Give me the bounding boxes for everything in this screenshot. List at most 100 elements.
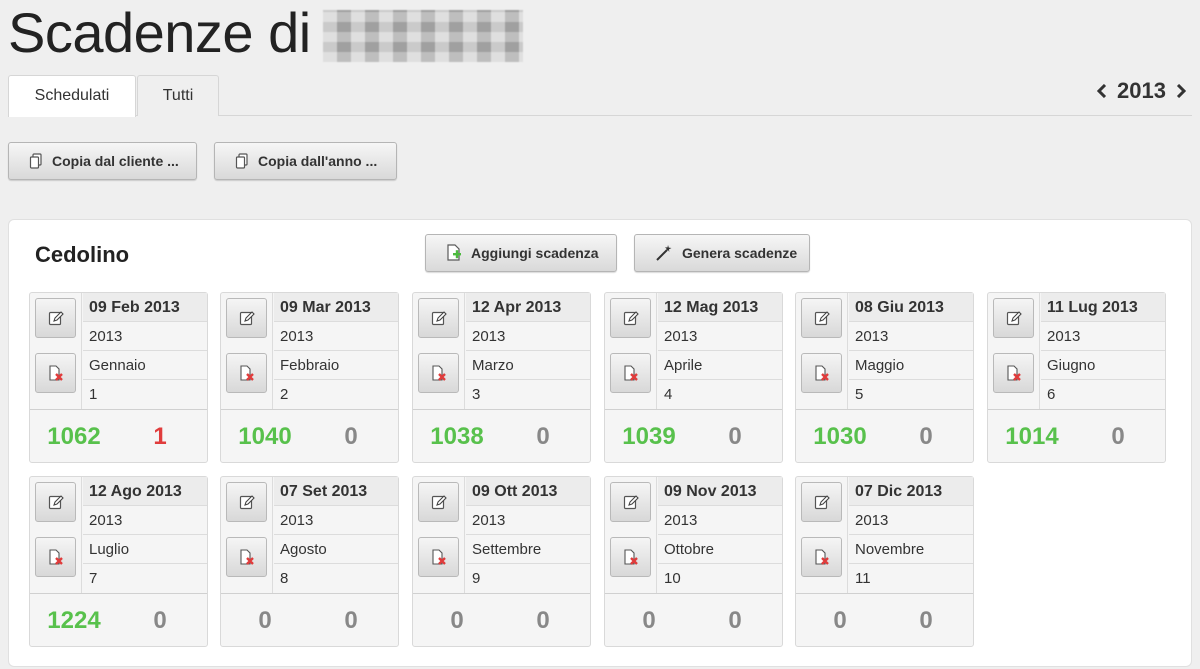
delete-icon[interactable] [610,537,651,577]
edit-icon[interactable] [801,298,842,338]
card-actions [30,477,82,593]
deadline-month: Febbraio [274,351,398,380]
deadline-year: 2013 [466,506,590,535]
count-left: 0 [258,607,272,634]
deadline-month: Ottobre [658,535,782,564]
delete-icon[interactable] [226,537,267,577]
edit-icon[interactable] [226,482,267,522]
card-actions [30,293,82,409]
deadline-year: 2013 [849,322,973,351]
delete-icon[interactable] [801,353,842,393]
deadline-month: Marzo [466,351,590,380]
delete-icon[interactable] [610,353,651,393]
count-right: 0 [153,607,167,634]
card-footer: 1014 0 [988,409,1165,462]
deadline-card: 09 Feb 2013 2013 Gennaio 1 1062 1 [29,292,208,463]
card-footer: 1224 0 [30,593,207,646]
deadline-month: Giugno [1041,351,1165,380]
add-deadline-button[interactable]: Aggiungi scadenza [425,234,617,272]
deadline-number: 4 [664,386,673,403]
delete-icon[interactable] [993,353,1034,393]
deadline-card: 12 Apr 2013 2013 Marzo 3 1038 0 [412,292,591,463]
tab-tutti[interactable]: Tutti [137,75,219,116]
redacted-client-name [322,10,523,62]
delete-icon[interactable] [35,537,76,577]
edit-icon[interactable] [35,298,76,338]
count-right: 0 [728,423,742,450]
delete-icon[interactable] [35,353,76,393]
card-footer: 00 [413,593,590,646]
deadline-number: 8 [280,570,289,587]
copy-icon [29,153,42,169]
card-footer: 1030 0 [796,409,973,462]
deadline-month: Luglio [83,535,207,564]
page-header: Scadenze di [8,0,523,64]
deadline-month: Novembre [849,535,973,564]
card-actions [605,477,657,593]
edit-icon[interactable] [610,482,651,522]
deadline-date: 12 Ago 2013 [83,477,207,506]
deadline-month: Agosto [274,535,398,564]
count-right: 1 [153,423,167,450]
deadline-card: 11 Lug 2013 2013 Giugno 6 1014 0 [987,292,1166,463]
delete-icon[interactable] [801,537,842,577]
count-left: 1038 [430,423,484,450]
deadline-card: 08 Giu 2013 2013 Maggio 5 1030 0 [795,292,974,463]
tab-schedulati[interactable]: Schedulati [8,75,136,117]
deadline-number: 9 [472,570,481,587]
count-right: 0 [344,607,358,634]
deadline-card: 09 Ott 2013 2013 Settembre 9 0 0 [412,476,591,647]
edit-icon[interactable] [418,482,459,522]
tab-bar: Schedulati Tutti [8,72,1192,117]
deadline-year: 2013 [1041,322,1165,351]
card-actions [605,293,657,409]
deadline-number: 11 [855,570,871,587]
edit-icon[interactable] [35,482,76,522]
card-actions [413,477,465,593]
deadline-date: 12 Mag 2013 [658,293,782,322]
card-actions [221,293,273,409]
delete-icon[interactable] [418,353,459,393]
copy-from-client-label: Copia dal cliente ... [52,153,179,169]
count-right: 0 [919,423,933,450]
edit-icon[interactable] [226,298,267,338]
deadline-number: 10 [664,570,681,587]
magic-wand-icon [656,245,672,261]
edit-icon[interactable] [418,298,459,338]
chevron-left-icon[interactable] [1097,84,1107,98]
count-right: 0 [344,423,358,450]
count-left: 1030 [813,423,867,450]
card-actions [796,293,848,409]
edit-icon[interactable] [801,482,842,522]
deadline-year: 2013 [274,506,398,535]
generate-deadlines-button[interactable]: Genera scadenze [634,234,810,272]
panel-title: Cedolino [35,242,130,267]
count-left: 1040 [238,423,292,450]
count-left: 1224 [47,607,101,634]
delete-icon[interactable] [418,537,459,577]
edit-icon[interactable] [610,298,651,338]
count-left: 0 [450,607,464,634]
count-left: 0 [642,607,656,634]
copy-from-year-label: Copia dall'anno ... [258,153,378,169]
copy-from-client-button[interactable]: Copia dal cliente ... [8,142,197,180]
deadline-number: 6 [1047,386,1056,403]
count-right: 0 [919,607,933,634]
count-right: 0 [728,607,742,634]
deadline-number: 2 [280,386,289,403]
count-left: 1039 [622,423,676,450]
chevron-right-icon[interactable] [1176,84,1186,98]
edit-icon[interactable] [993,298,1034,338]
page-title: Scadenze di [8,0,311,64]
add-deadline-label: Aggiungi scadenza [471,245,599,261]
card-footer: 00 [221,593,398,646]
count-right: 0 [536,607,550,634]
deadline-date: 09 Ott 2013 [466,477,590,506]
deadline-year: 2013 [466,322,590,351]
deadline-year: 2013 [658,322,782,351]
deadline-year: 2013 [83,322,207,351]
deadline-year: 2013 [274,322,398,351]
delete-icon[interactable] [226,353,267,393]
copy-from-year-button[interactable]: Copia dall'anno ... [214,142,397,180]
cedolino-panel: Cedolino Aggiungi scadenza Genera scaden… [8,219,1192,667]
